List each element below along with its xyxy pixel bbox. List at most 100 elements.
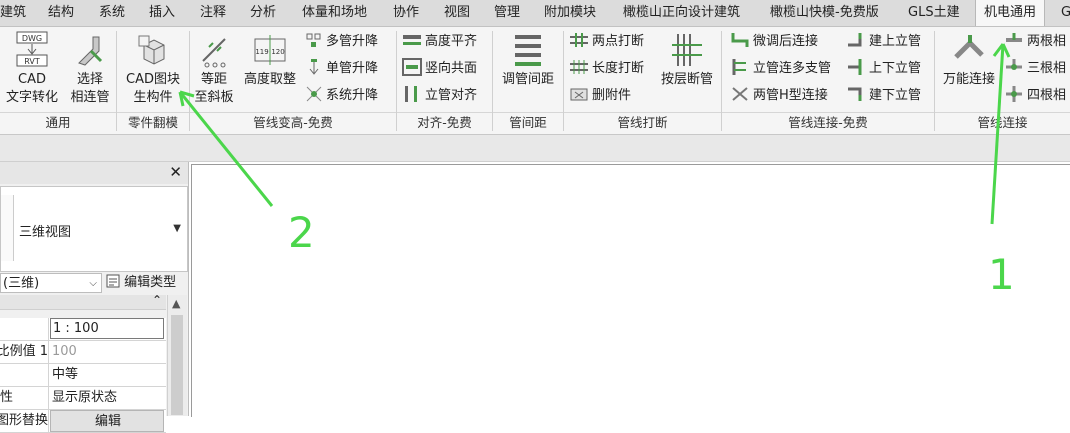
h-connect-label: 两管H型连接	[753, 88, 828, 103]
tab-structure[interactable]: 结构	[48, 0, 74, 26]
h-connect-button[interactable]: 两管H型连接	[730, 85, 828, 107]
edit-button[interactable]: 编辑	[50, 410, 164, 432]
height-align-icon	[403, 35, 421, 45]
drawing-canvas[interactable]	[191, 164, 1070, 417]
height-align-button[interactable]: 高度平齐	[402, 31, 477, 53]
close-icon[interactable]: ✕	[169, 163, 182, 181]
tab-mep-general[interactable]: 机电通用	[975, 0, 1046, 26]
select-connected-pipes-button[interactable]: 选择 相连管	[66, 31, 114, 107]
build-down-icon	[848, 87, 862, 101]
edit-type-button[interactable]: 编辑类型	[106, 273, 186, 293]
three-pipes-connect-button[interactable]: 三根相	[1004, 58, 1066, 80]
height-icon-left-text: 119	[255, 48, 268, 56]
tab-analyze[interactable]: 分析	[250, 0, 276, 26]
two-point-break-button[interactable]: 两点打断	[569, 31, 644, 53]
scrollbar-thumb[interactable]	[171, 315, 183, 415]
cad-block-to-component-button[interactable]: CAD图块 生构件	[120, 31, 186, 107]
group-label-break: 管线打断	[617, 115, 668, 130]
length-break-label: 长度打断	[592, 61, 645, 76]
equal-slope-button[interactable]: 等距 至斜板	[192, 31, 236, 107]
tab-annotate[interactable]: 注释	[200, 0, 226, 26]
properties-panel: ✕ 三维视图 ▼ (三维) ⌵ 编辑类型 ⌃ 1 : 100 比例值 1: 10…	[0, 162, 189, 433]
build-up-icon	[848, 33, 862, 47]
system-lift-icon	[306, 86, 322, 102]
tab-insert[interactable]: 插入	[149, 0, 175, 26]
properties-header: ✕	[0, 162, 188, 184]
property-value-input[interactable]: 1 : 100	[50, 318, 164, 339]
single-pipe-lift-button[interactable]: 单管升降	[305, 58, 378, 80]
collapse-icon[interactable]: ⌃	[152, 293, 162, 307]
adjust-spacing-button[interactable]: 调管间距	[496, 31, 560, 89]
height-icon-right-text: 120	[271, 48, 284, 56]
group-label-connect-free: 管线连接-免费	[788, 115, 868, 130]
equal-slope-label-2: 至斜板	[194, 90, 234, 105]
properties-scrollbar[interactable]: ▲	[167, 295, 187, 416]
property-group-header[interactable]: ⌃	[0, 293, 166, 310]
length-break-button[interactable]: 长度打断	[569, 58, 644, 80]
tab-addins[interactable]: 附加模块	[544, 0, 596, 26]
tab-massing-site[interactable]: 体量和场地	[302, 0, 367, 26]
four-pipes-connect-button[interactable]: 四根相	[1004, 85, 1066, 107]
build-down-riser-button[interactable]: 建下立管	[846, 85, 921, 107]
tab-architecture[interactable]: 建筑	[0, 0, 26, 26]
view-instance-select[interactable]: (三维) ⌵	[0, 273, 102, 293]
property-row-scale-value: 比例值 1: 100	[0, 341, 166, 364]
cad-text-label-1: CAD	[18, 72, 46, 87]
tab-collaborate[interactable]: 协作	[393, 0, 419, 26]
cad-text-convert-button[interactable]: DWG RVT CAD 文字转化	[4, 31, 60, 107]
tab-manage[interactable]: 管理	[494, 0, 520, 26]
system-lift-label: 系统升降	[326, 88, 379, 103]
vertical-coplanar-button[interactable]: 竖向共面	[402, 58, 477, 80]
riser-multi-branch-button[interactable]: 立管连多支管	[730, 58, 831, 80]
tab-olive-quick[interactable]: 橄榄山快模-免费版	[770, 0, 879, 26]
group-label-elevation: 管线变高-免费	[253, 115, 333, 130]
four-pipes-icon	[1006, 86, 1022, 102]
multi-pipe-lift-button[interactable]: 多管升降	[305, 31, 378, 53]
build-up-label: 建上立管	[869, 34, 922, 49]
tab-view[interactable]: 视图	[444, 0, 470, 26]
three-pipes-icon	[1006, 59, 1022, 70]
tab-systems[interactable]: 系统	[99, 0, 125, 26]
adjust-spacing-label: 调管间距	[501, 72, 554, 87]
group-label-align: 对齐-免费	[417, 115, 472, 130]
tab-olive-arch[interactable]: 橄榄山正向设计建筑	[623, 0, 740, 26]
scroll-up-icon[interactable]: ▲	[172, 297, 180, 310]
delete-fitting-button[interactable]: 删附件	[569, 85, 631, 107]
build-up-riser-button[interactable]: 建上立管	[846, 31, 921, 53]
property-row-visibility: 性 显示原状态	[0, 387, 166, 410]
tab-gls[interactable]: GLS土建	[908, 0, 960, 26]
property-value[interactable]: 中等	[50, 364, 164, 386]
property-value[interactable]: 显示原状态	[50, 387, 164, 409]
rvt-icon-text: RVT	[24, 57, 40, 66]
universal-connect-button[interactable]: 万能连接	[938, 31, 1000, 89]
property-row-scale: 1 : 100	[0, 318, 166, 341]
chevron-down-icon[interactable]: ▼	[173, 223, 181, 234]
up-down-riser-button[interactable]: 上下立管	[846, 58, 921, 80]
break-by-level-button[interactable]: 按层断管	[656, 31, 718, 89]
select-pipes-label-1: 选择	[76, 72, 103, 87]
tab-more[interactable]: G	[1061, 0, 1070, 26]
cad-block-label-2: 生构件	[133, 90, 173, 105]
multi-lift-label: 多管升降	[326, 34, 379, 49]
fine-tune-connect-button[interactable]: 微调后连接	[730, 31, 818, 53]
delete-fitting-icon	[570, 88, 588, 101]
property-name	[0, 318, 49, 340]
height-round-button[interactable]: 119 120 高度取整	[240, 31, 300, 89]
select-pipes-label-2: 相连管	[70, 90, 110, 105]
riser-multi-branch-label: 立管连多支管	[753, 61, 832, 76]
group-label-spacing: 管间距	[509, 115, 547, 130]
riser-align-button[interactable]: 立管对齐	[402, 85, 477, 107]
fine-connect-icon	[731, 33, 749, 47]
fine-connect-label: 微调后连接	[753, 34, 819, 49]
system-lift-button[interactable]: 系统升降	[305, 85, 378, 107]
delete-fitting-label: 删附件	[592, 88, 632, 103]
equal-slope-label-1: 等距	[200, 72, 227, 87]
type-selector[interactable]: 三维视图 ▼	[0, 186, 188, 272]
single-lift-label: 单管升降	[326, 61, 379, 76]
two-pipes-connect-button[interactable]: 两根相	[1004, 31, 1066, 53]
cad-block-label-1: CAD图块	[126, 72, 180, 87]
h-connect-icon	[732, 87, 748, 101]
property-value: 100	[52, 344, 77, 359]
group-label-flip: 零件翻模	[127, 115, 178, 130]
connected-pipes-icon	[78, 36, 103, 66]
